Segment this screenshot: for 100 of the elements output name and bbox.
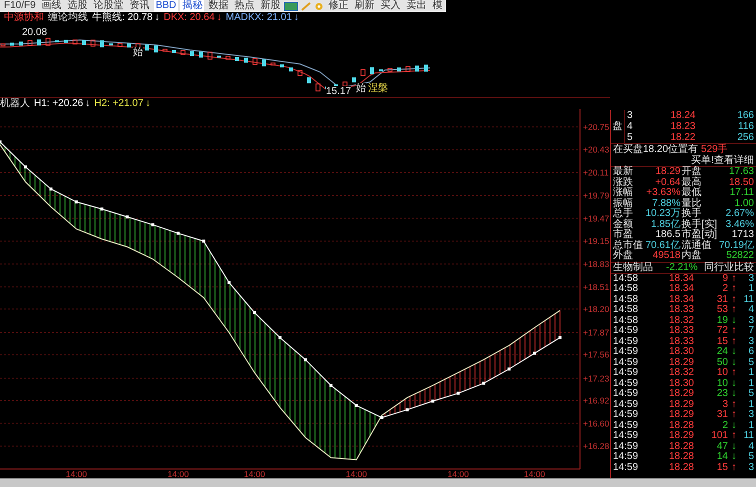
indicator-name: 缠论均线: [48, 12, 88, 23]
trade-price: 18.28: [668, 442, 694, 452]
indicator-value: H1: +20.26: [34, 98, 84, 109]
candlestick: [55, 40, 59, 42]
data-point: [49, 188, 52, 190]
stat-value: 18.50: [728, 178, 754, 188]
stat-label: 量比: [680, 198, 702, 208]
axis-tick-label: 14:00: [524, 469, 546, 477]
order-level: 5: [626, 132, 634, 143]
chart-icon[interactable]: [284, 2, 298, 10]
toolbar-button[interactable]: 模: [430, 0, 444, 12]
trade-price: 18.29: [668, 389, 694, 400]
trade-price: 18.30: [668, 378, 694, 389]
stat-value: 17.11: [728, 188, 754, 198]
order-level: 3: [626, 110, 634, 121]
toolbar-button[interactable]: 卖出: [404, 0, 428, 12]
stat-label: 总市值: [613, 240, 644, 250]
stat-value: 70.19亿: [718, 240, 754, 251]
trade-price: 18.32: [668, 368, 694, 378]
toolbar-button[interactable]: 论股堂: [92, 0, 126, 12]
toolbar-button[interactable]: 揭秘: [180, 0, 204, 12]
trade-column-4: 3: [740, 274, 754, 284]
trade-time: 14:59: [613, 400, 640, 410]
industry-compare-link[interactable]: 同行业比较: [704, 262, 754, 273]
trade-column-4: 5: [740, 358, 754, 368]
data-point: [354, 404, 358, 407]
data-point: [151, 223, 154, 226]
data-point: [508, 368, 511, 370]
toolbar-button[interactable]: 资讯: [128, 0, 152, 12]
trade-column-4: 3: [740, 410, 754, 420]
axis-tick-label: +19.47: [583, 213, 610, 224]
stat-value: 2.67%: [724, 209, 754, 220]
stat-label: 换手: [680, 209, 702, 219]
order-price: 18.24: [669, 110, 696, 121]
arrow-text: ↑: [730, 326, 738, 336]
axis-tick-label: 14:00: [66, 469, 87, 477]
notice-amount: 529手: [701, 144, 728, 155]
toolbar-button[interactable]: 选股: [66, 0, 90, 12]
toolbar-button[interactable]: 修正: [326, 0, 350, 12]
stat-value: 186.5: [654, 230, 680, 240]
order-volume: 116: [737, 121, 754, 132]
axis-tick-label: +18.20: [583, 304, 610, 314]
data-point: [456, 392, 460, 395]
stat-value: +3.63%: [645, 188, 680, 198]
axis-tick-label: +16.92: [583, 395, 610, 406]
toolbar-button[interactable]: F10/F9: [2, 0, 38, 12]
axis-tick-label: +17.87: [583, 328, 610, 338]
toolbar-button[interactable]: BBD: [154, 0, 178, 12]
axis-tick-label: +18.83: [583, 259, 610, 269]
trade-volume: 10: [716, 368, 728, 378]
trade-time: 14:59: [613, 452, 640, 462]
trade-price: 18.29: [668, 431, 694, 442]
toolbar-button[interactable]: 画线: [40, 0, 64, 12]
trade-volume: 24: [716, 347, 728, 358]
stat-value: +0.64: [654, 178, 680, 188]
toolbar-button[interactable]: 数据: [206, 0, 230, 12]
axis-tick-label: 14:00: [244, 469, 266, 477]
stat-label: 市盈: [613, 230, 633, 240]
trade-column-4: 1: [740, 368, 754, 378]
indicator-name: 机器人: [0, 98, 30, 109]
trade-volume: 10: [716, 378, 728, 389]
arrow-text: ↑: [730, 431, 738, 442]
axis-tick-label: +19.79: [583, 190, 610, 200]
trade-volume: 47: [716, 442, 728, 452]
trade-volume: 15: [716, 462, 728, 473]
arrow-text: ↑: [730, 410, 738, 420]
trade-price: 18.34: [668, 284, 694, 294]
trade-time: 14:59: [613, 336, 640, 347]
stat-value: 7.88%: [651, 198, 680, 208]
arrow-text: ↓: [730, 389, 738, 400]
data-point: [74, 200, 78, 204]
sector-name: 生物制品: [613, 262, 653, 273]
candlestick: [217, 56, 221, 58]
trade-column-4: 11: [740, 431, 754, 442]
candlestick: [172, 50, 176, 53]
detail-link[interactable]: 买单!查看详细: [691, 155, 754, 166]
data-point: [533, 352, 536, 355]
data-point: [24, 165, 27, 168]
axis-tick-label: +17.23: [583, 373, 610, 384]
trade-time: 14:59: [613, 378, 640, 389]
trade-price: 18.29: [668, 400, 694, 410]
toolbar-button[interactable]: 买入: [378, 0, 402, 12]
candlestick: [10, 42, 14, 46]
trade-column-4: 11: [740, 294, 754, 305]
stat-label: 金额: [613, 220, 634, 230]
order-volume: 166: [736, 110, 754, 121]
data-point: [100, 208, 104, 210]
stat-value: 3.46%: [724, 220, 754, 230]
stat-value: 17.63: [728, 167, 754, 178]
pencil-icon[interactable]: [300, 2, 312, 10]
toolbar-button[interactable]: 热点: [232, 0, 256, 12]
stat-label: 涨幅: [613, 188, 634, 198]
data-point: [126, 215, 129, 218]
trade-price: 18.34: [668, 294, 694, 305]
arrow-text: ↑: [730, 462, 738, 473]
stat-value: 10.23万: [644, 209, 680, 219]
trade-column-4: 1: [740, 400, 754, 410]
trade-time: 14:59: [613, 389, 640, 400]
trade-column-4: 5: [740, 452, 754, 462]
stat-label: 振幅: [613, 198, 634, 208]
